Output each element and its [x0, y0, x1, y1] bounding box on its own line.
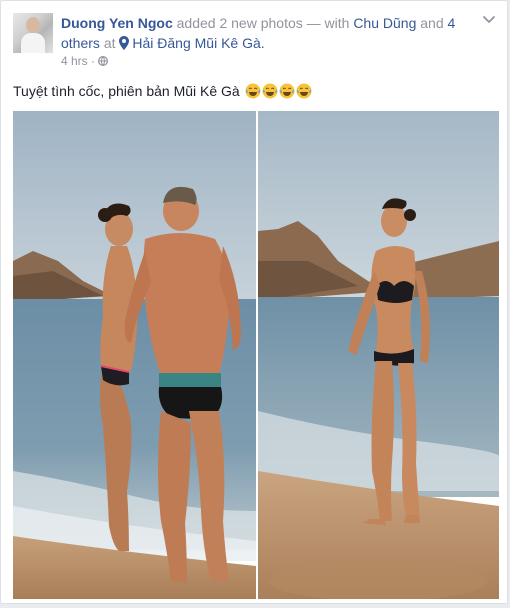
location-link[interactable]: Hải Đăng Mũi Kê Gà. [119, 35, 265, 51]
avatar-face [26, 17, 40, 33]
caption-text: Tuyệt tình cốc, phiên bản Mũi Kê Gà [13, 83, 240, 99]
map-pin-icon [119, 36, 130, 50]
photo-couple-image [13, 111, 256, 599]
author-name[interactable]: Duong Yen Ngoc [61, 15, 173, 31]
post-card: Duong Yen Ngoc added 2 new photos — with… [0, 0, 508, 604]
emoji-group [244, 83, 312, 99]
timestamp[interactable]: 4 hrs [61, 54, 88, 68]
tears-of-joy-emoji-icon [296, 83, 312, 99]
avatar[interactable] [13, 13, 53, 53]
and-word: and [420, 15, 444, 31]
tears-of-joy-emoji-icon [262, 83, 278, 99]
action-text: added 2 new photos — with [176, 15, 350, 31]
avatar-body [21, 33, 45, 53]
tears-of-joy-emoji-icon [279, 83, 295, 99]
post-caption: Tuyệt tình cốc, phiên bản Mũi Kê Gà [13, 81, 493, 101]
photo-woman-on-beach[interactable] [258, 111, 499, 599]
location-text: Hải Đăng Mũi Kê Gà. [132, 35, 265, 51]
meta-separator: · [91, 54, 96, 68]
post-meta: 4 hrs · [61, 53, 109, 69]
photo-woman-image [258, 111, 499, 599]
photo-couple-on-beach[interactable] [13, 111, 256, 599]
tears-of-joy-emoji-icon [245, 83, 261, 99]
chevron-down-icon[interactable] [481, 11, 497, 27]
tagged-person[interactable]: Chu Dũng [353, 15, 416, 31]
globe-icon[interactable] [98, 56, 109, 66]
post-header: Duong Yen Ngoc added 2 new photos — with… [61, 13, 471, 53]
at-word: at [103, 35, 116, 51]
